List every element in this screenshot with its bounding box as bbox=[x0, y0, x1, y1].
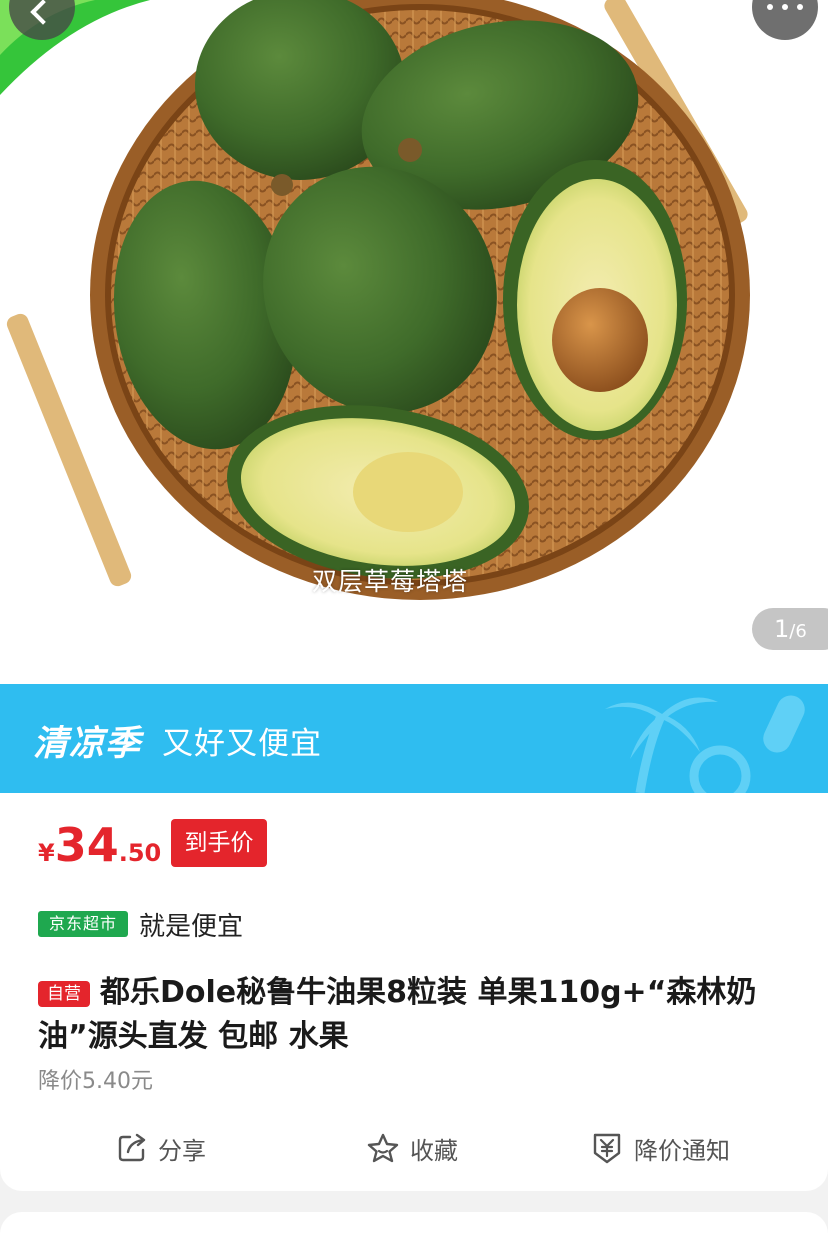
favorite-label: 收藏 bbox=[410, 1136, 458, 1165]
palm-tree-icon bbox=[605, 695, 805, 793]
store-slogan: 就是便宜 bbox=[139, 912, 244, 942]
promo-banner[interactable]: 清凉季 又好又便宜 bbox=[0, 684, 828, 793]
pager-current: 1 bbox=[774, 615, 790, 643]
star-icon bbox=[367, 1133, 399, 1163]
product-title: 都乐Dole秘鲁牛油果8粒装 单果110g+“森林奶油”源头直发 包邮 水果 bbox=[38, 975, 757, 1054]
favorite-button[interactable]: 收藏 bbox=[366, 1123, 458, 1173]
banner-subtitle: 又好又便宜 bbox=[162, 726, 322, 762]
self-operated-badge: 自营 bbox=[38, 981, 90, 1007]
image-watermark: 双层草莓塔塔 bbox=[311, 567, 468, 596]
product-info-card: ¥34.50 到手价 京东超市 就是便宜 都乐Dole秘鲁牛油果8粒装 单果11… bbox=[0, 793, 828, 1191]
banner-title: 清凉季 bbox=[33, 724, 142, 764]
final-price-tag: 到手价 bbox=[171, 819, 267, 867]
price-decimal: .50 bbox=[118, 839, 162, 867]
price-alert-icon bbox=[593, 1133, 621, 1164]
price-alert-button[interactable]: 降价通知 bbox=[590, 1123, 730, 1173]
share-button[interactable]: 分享 bbox=[116, 1123, 206, 1173]
next-section-card bbox=[0, 1212, 828, 1252]
price: ¥34.50 bbox=[38, 818, 161, 872]
more-dots-icon bbox=[767, 4, 803, 10]
action-bar: 分享 收藏 降价通知 bbox=[0, 1123, 828, 1173]
product-gallery[interactable]: 双层草莓塔塔 1/6 bbox=[0, 0, 828, 684]
gallery-pager: 1/6 bbox=[752, 608, 828, 650]
chevron-left-icon bbox=[30, 0, 56, 25]
pager-total: 6 bbox=[795, 621, 807, 642]
price-alert-label: 降价通知 bbox=[634, 1136, 730, 1165]
jd-supermarket-badge[interactable]: 京东超市 bbox=[38, 911, 128, 937]
price-drop-note: 降价5.40元 bbox=[38, 1069, 153, 1094]
price-integer: 34 bbox=[54, 818, 119, 872]
price-currency: ¥ bbox=[38, 839, 55, 867]
share-label: 分享 bbox=[158, 1136, 206, 1165]
share-icon bbox=[118, 1133, 146, 1162]
